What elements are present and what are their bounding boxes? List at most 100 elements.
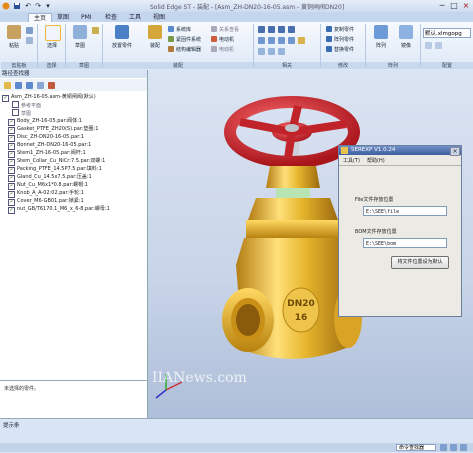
group-label-assemble: 装配: [103, 62, 253, 69]
minimize-button[interactable]: ─: [436, 1, 448, 11]
fastener-system-button[interactable]: 紧固件系统: [168, 36, 201, 44]
checkbox[interactable]: ✓: [8, 207, 15, 214]
ribbon: 粘贴 剪贴板 选择 选择 草图 草图 放置零件 装配 系统库 紧固件系统 结构编…: [0, 22, 473, 71]
show-icon[interactable]: [26, 82, 33, 89]
array-icon: [374, 25, 388, 39]
dropdown-icon[interactable]: ▾: [44, 2, 52, 10]
tree-item[interactable]: ✓ Stem1_ZH-16-05.par:阀杆:1: [8, 149, 146, 158]
bonnet-flange: [246, 220, 340, 238]
zone-icon[interactable]: [435, 42, 442, 49]
relation-viewer-button[interactable]: 关系查看: [211, 26, 239, 34]
plane-icon[interactable]: [92, 27, 99, 34]
assembly-icon[interactable]: [4, 82, 11, 89]
tree-item[interactable]: ✓ Gland_Cu_14.5x7.5.par:压盖:1: [8, 173, 146, 182]
bom-location-label: BOM文件存放位置: [355, 229, 397, 235]
mirror-button[interactable]: 镜像: [396, 25, 416, 55]
save-icon[interactable]: [13, 2, 21, 10]
pattern-part-icon: [326, 36, 332, 42]
tree-root[interactable]: ✓ Asm_ZH-16-05.asm-黄铜闸阀(默认): [2, 93, 96, 102]
ground-icon[interactable]: [278, 48, 285, 55]
structure-editor-button[interactable]: 结构编辑器: [168, 46, 201, 54]
redo-icon[interactable]: ↷: [34, 2, 42, 10]
hide-icon[interactable]: [37, 82, 44, 89]
checkbox[interactable]: [12, 109, 19, 116]
dialog-title: SEREXP V1.0.24: [339, 146, 461, 155]
sketch-button[interactable]: 草图: [70, 25, 90, 55]
dialog-close-button[interactable]: ×: [450, 147, 460, 156]
tree-item[interactable]: ✓ Packing_PTFE_14.5P7.5.par:填料:1: [8, 165, 146, 174]
fit-view-icon[interactable]: [440, 444, 447, 451]
tree-item[interactable]: ✓ nut_GB/T6170.1_M6_x_6-8.par:螺母:1: [8, 205, 146, 214]
tree-item[interactable]: ✓ Bonnet_ZH-DN20-16-05.par:1: [8, 141, 146, 150]
command-finder-input[interactable]: 命令查找器: [396, 444, 436, 451]
close-button[interactable]: ×: [460, 1, 472, 11]
bonnet: [248, 198, 338, 220]
file-location-label: File文件存放位置: [355, 197, 394, 203]
array-button[interactable]: 阵列: [371, 25, 391, 55]
valve-label-pressure: 16: [295, 313, 308, 323]
window-title: Solid Edge ST - 装配 - [Asm_ZH-DN20-16-05.…: [150, 4, 345, 11]
relation-icon[interactable]: [48, 82, 55, 89]
connect-icon[interactable]: [258, 37, 265, 44]
tree-item[interactable]: ✓ Nut_Cu_M6x1*0.8.par:螺帽:1: [8, 181, 146, 190]
cut-icon[interactable]: [26, 27, 33, 34]
mate-icon[interactable]: [258, 26, 265, 33]
assemble-button[interactable]: 装配: [145, 25, 165, 55]
fastener-icon: [168, 36, 174, 42]
file-location-input[interactable]: E:\SEE\file: [363, 206, 447, 216]
group-label-config: 配置: [421, 62, 473, 69]
pattern-part-button[interactable]: 阵列零件: [326, 36, 354, 44]
tree-item[interactable]: ✓ Cover_M6-GB01.par:锁紧:1: [8, 197, 146, 206]
relation-icon: [211, 26, 217, 32]
tree-item[interactable]: ✓ Knob_A_A-02:02.par:手轮:1: [8, 189, 146, 198]
sketch-relation-icon[interactable]: [298, 37, 305, 44]
motor-button[interactable]: 电动机: [211, 36, 234, 44]
gear-icon[interactable]: [258, 48, 265, 55]
paste-button[interactable]: 粘贴: [4, 25, 24, 55]
display-config-icon[interactable]: [425, 42, 432, 49]
filter-icon[interactable]: [15, 82, 22, 89]
parallel-icon[interactable]: [288, 26, 295, 33]
checkbox[interactable]: [12, 101, 19, 108]
maximize-button[interactable]: □: [448, 1, 460, 11]
insert-icon[interactable]: [278, 26, 285, 33]
bom-location-input[interactable]: E:\SEE\bom: [363, 238, 447, 248]
handwheel: [224, 96, 360, 168]
replace-part-icon: [326, 46, 332, 52]
clipboard-icon: [7, 25, 21, 39]
pathfinder-panel: 路径查找器 ✓ Asm_ZH-16-05.asm-黄铜闸阀(默认) 参考平面 草图…: [0, 70, 148, 419]
align-icon[interactable]: [268, 26, 275, 33]
system-library-button[interactable]: 系统库: [168, 26, 191, 34]
copy-icon[interactable]: [26, 37, 33, 44]
selection-note: 未选择的零件。: [4, 386, 40, 392]
place-part-button[interactable]: 放置零件: [112, 25, 132, 55]
tree-item[interactable]: ✓ Body_ZH-16-05.par:阀体:1: [8, 117, 146, 126]
menu-divider: [339, 165, 461, 166]
tree-sketch[interactable]: 草图: [12, 109, 31, 117]
assemble-icon: [148, 25, 162, 39]
menu-tools[interactable]: 工具(T): [343, 157, 360, 164]
replace-part-button[interactable]: 替换零件: [326, 46, 354, 54]
set-default-location-button[interactable]: 将文件位置设为默认: [391, 256, 449, 269]
zoom-icon[interactable]: [450, 444, 457, 451]
rotate-icon[interactable]: [460, 444, 467, 451]
serexp-dialog: SEREXP V1.0.24 × 工具(T) 帮助(H) File文件存放位置 …: [338, 145, 462, 317]
undo-icon[interactable]: ↶: [24, 2, 32, 10]
checkbox[interactable]: ✓: [2, 95, 9, 102]
menu-help[interactable]: 帮助(H): [367, 157, 385, 164]
mirror-icon: [399, 25, 413, 39]
configuration-select[interactable]: 默认.xlmgopg: [423, 28, 471, 38]
path-icon[interactable]: [268, 48, 275, 55]
tree-item[interactable]: ✓ Disc_ZH-DN20-16-05.par:1: [8, 133, 146, 142]
app-logo-icon[interactable]: [2, 2, 10, 10]
tree-ref-plane[interactable]: 参考平面: [12, 101, 41, 109]
copy-part-button[interactable]: 复制零件: [326, 26, 354, 34]
select-button[interactable]: 选择: [42, 25, 62, 55]
tree-item[interactable]: ✓ Gasket_PTFE_ZH20(S).par:垫圈:1: [8, 125, 146, 134]
simulate-motor-button[interactable]: 电动机: [211, 46, 234, 54]
cam-icon[interactable]: [288, 37, 295, 44]
tangent-icon[interactable]: [278, 37, 285, 44]
group-label-sketch: 草图: [66, 62, 102, 69]
angle-icon[interactable]: [268, 37, 275, 44]
tree-item[interactable]: ✓ Stem_Collar_Cu_NiCr:7.5.par:双螺:1: [8, 157, 146, 166]
